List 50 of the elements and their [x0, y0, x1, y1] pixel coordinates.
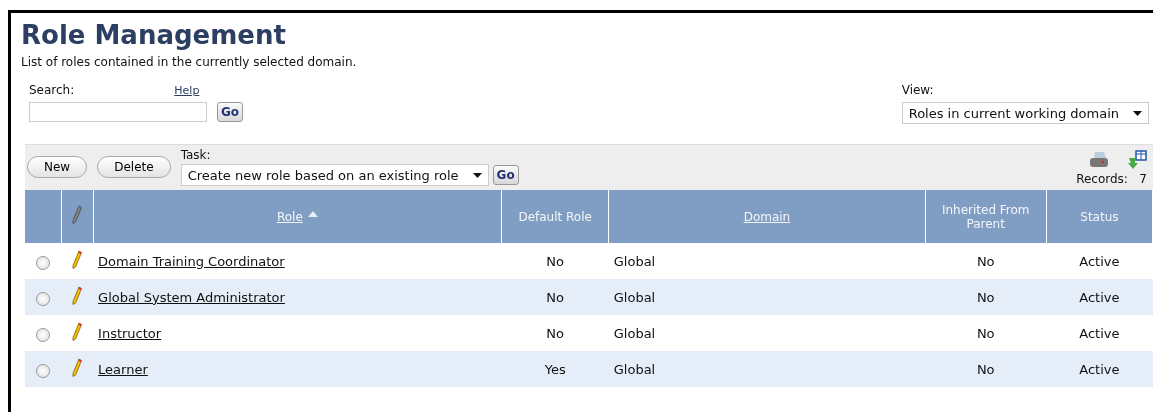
view-dropdown[interactable]: Roles in current working domain — [901, 102, 1149, 124]
page-description: List of roles contained in the currently selected domain. — [21, 55, 358, 69]
go-button[interactable]: Go — [492, 165, 519, 185]
table-cell: Active — [1079, 289, 1120, 305]
task-dropdown[interactable]: Create new role based on an existing role — [180, 164, 489, 186]
pencil-icon[interactable] — [72, 357, 83, 378]
column-header: Status — [1080, 209, 1119, 224]
role-name-link[interactable]: Learner — [98, 361, 148, 377]
table-cell: Global — [613, 289, 656, 305]
table-cell: No — [546, 325, 564, 341]
pencil-icon[interactable] — [72, 321, 83, 342]
role-name-link[interactable]: Instructor — [98, 325, 162, 341]
row-radio[interactable] — [36, 363, 50, 378]
table-cell: Global — [613, 253, 656, 269]
table-cell: Active — [1079, 361, 1120, 377]
printer-icon[interactable] — [1089, 151, 1109, 169]
row-radio[interactable] — [36, 255, 50, 270]
table-cell: No — [976, 253, 995, 269]
view-label: View: — [901, 83, 935, 97]
table-cell: No — [976, 325, 995, 341]
toolbar-button[interactable]: Delete — [97, 156, 171, 178]
help-link[interactable]: Help — [174, 83, 200, 97]
toolbar-button[interactable]: New — [27, 156, 88, 178]
caret-icon — [1133, 110, 1142, 116]
table-cell: Active — [1079, 325, 1120, 341]
pencil-icon[interactable] — [72, 249, 83, 270]
page-title: Role Management — [21, 19, 287, 51]
table-cell: No — [976, 289, 995, 305]
column-header: Default Role — [518, 209, 592, 224]
table-cell: No — [546, 253, 564, 269]
table-cell: No — [546, 289, 564, 305]
task-label: Task: — [180, 148, 212, 162]
row-radio[interactable] — [36, 327, 50, 342]
role-name-link[interactable]: Domain Training Coordinator — [98, 253, 285, 269]
search-field[interactable] — [29, 102, 207, 122]
table-cell: Yes — [544, 361, 566, 377]
table-cell: Active — [1079, 253, 1120, 269]
pencil-icon[interactable] — [72, 285, 83, 306]
go-button[interactable]: Go — [217, 102, 244, 122]
role-name-link[interactable]: Global System Administrator — [98, 289, 285, 305]
records-count: Records: 7 — [1076, 172, 1147, 186]
search-label: Search: — [29, 83, 75, 97]
table-cell: No — [976, 361, 995, 377]
caret-icon — [472, 172, 482, 178]
row-radio[interactable] — [36, 291, 50, 306]
export-icon[interactable] — [1127, 150, 1147, 170]
column-header: Inherited From Parent — [941, 202, 1030, 231]
table-cell: Global — [613, 361, 656, 377]
pencil-icon — [72, 205, 83, 225]
table-cell: Global — [613, 325, 656, 341]
